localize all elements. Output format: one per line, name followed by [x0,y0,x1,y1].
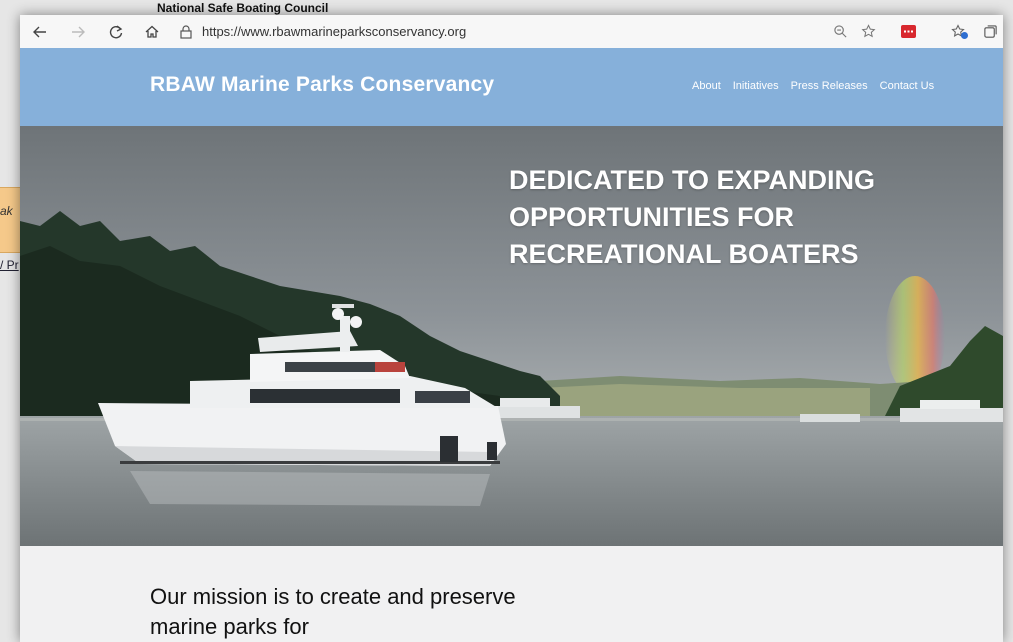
nav-initiatives[interactable]: Initiatives [733,80,779,92]
site-header: RBAW Marine Parks Conservancy About Init… [20,48,1003,126]
site-title[interactable]: RBAW Marine Parks Conservancy [150,73,494,97]
site-nav: About Initiatives Press Releases Contact… [692,80,934,92]
refresh-icon[interactable] [102,15,130,48]
background-orange-text: ak [0,204,13,218]
lock-icon [180,24,192,39]
background-link[interactable]: / Pr [0,258,19,272]
favorite-star-icon[interactable] [856,15,880,48]
back-icon[interactable] [26,15,54,48]
mission-section: Our mission is to create and preserve ma… [20,546,1003,642]
hero-headline: DEDICATED TO EXPANDING OPPORTUNITIES FOR… [509,165,876,269]
extension-icon[interactable] [896,15,920,48]
hero-image: DEDICATED TO EXPANDING OPPORTUNITIES FOR… [20,126,1003,546]
zoom-icon[interactable] [828,15,852,48]
background-orange-panel: ak [0,187,22,253]
browser-toolbar: https://www.rbawmarineparksconservancy.o… [20,15,1003,49]
background-window-title: National Safe Boating Council [157,1,329,15]
nav-contact-us[interactable]: Contact Us [880,80,934,92]
collections-icon[interactable] [978,15,1002,48]
favorites-icon[interactable] [948,15,972,48]
browser-window: https://www.rbawmarineparksconservancy.o… [20,15,1003,642]
url-text: https://www.rbawmarineparksconservancy.o… [202,24,467,39]
home-icon[interactable] [138,15,166,48]
address-bar[interactable]: https://www.rbawmarineparksconservancy.o… [178,20,818,43]
forward-icon[interactable] [64,15,92,48]
mission-statement: Our mission is to create and preserve ma… [150,584,516,639]
nav-press-releases[interactable]: Press Releases [791,80,868,92]
nav-about[interactable]: About [692,80,721,92]
